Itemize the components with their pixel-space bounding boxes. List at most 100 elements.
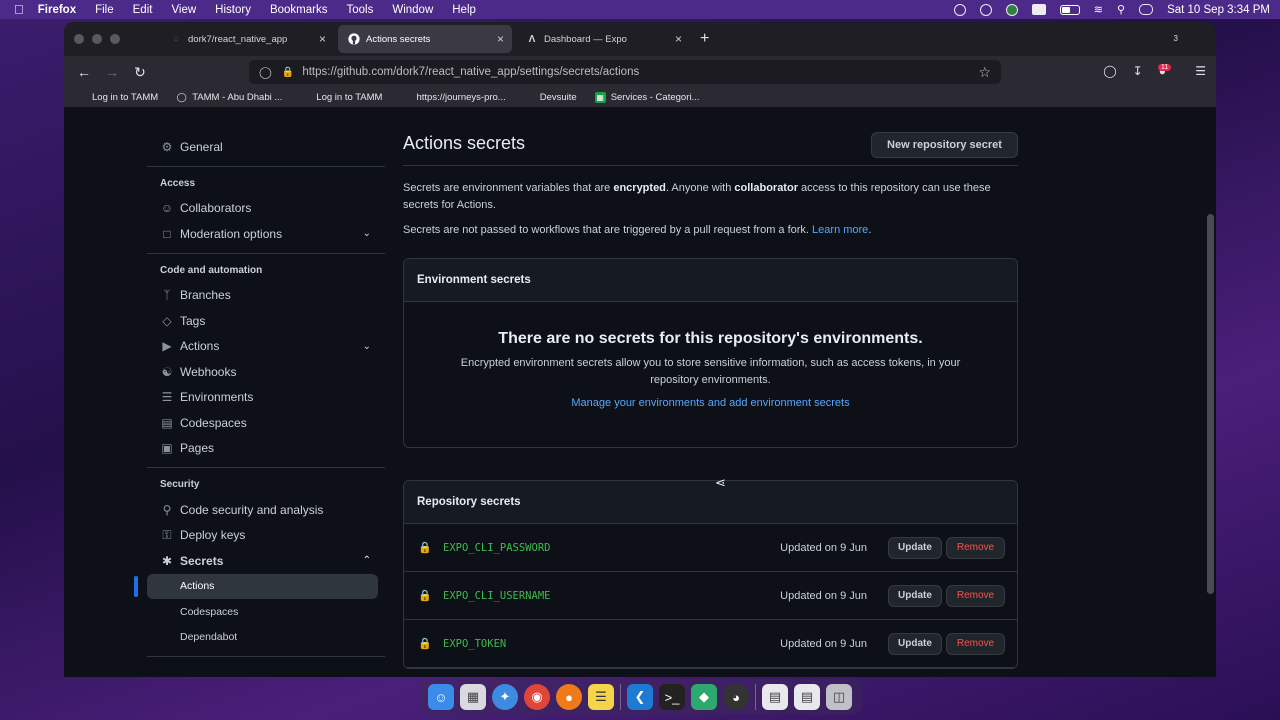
bookmark-item[interactable]: https://journeys-pro... xyxy=(400,92,505,103)
menu-help[interactable]: Help xyxy=(452,4,476,16)
documents-icon[interactable]: ▤ xyxy=(762,684,788,710)
status-dollar-icon[interactable] xyxy=(1005,3,1018,16)
url-text[interactable]: https://github.com/dork7/react_native_ap… xyxy=(302,66,639,78)
manage-environments-link[interactable]: Manage your environments and add environ… xyxy=(404,397,1017,409)
sidebar-item-label: Pages xyxy=(180,441,215,456)
apple-menu-icon[interactable]:  xyxy=(14,2,24,17)
bookmark-item[interactable]: Devsuite xyxy=(524,92,577,103)
sidebar-item-moderation[interactable]: □ Moderation options ⌄ xyxy=(147,221,385,247)
sidebar-item-code-security[interactable]: ⚲ Code security and analysis xyxy=(147,497,385,523)
sidebar-item-secrets[interactable]: ✱ Secrets ⌃ xyxy=(147,548,385,574)
activity-monitor-icon[interactable]: ◕ xyxy=(723,684,749,710)
sidebar-subitem-codespaces[interactable]: Codespaces xyxy=(147,599,378,625)
sidebar-item-pages[interactable]: ▣ Pages xyxy=(147,436,385,462)
extension-icon[interactable]: ●11 xyxy=(1157,64,1180,78)
menu-file[interactable]: File xyxy=(95,4,114,16)
page-scrollbar[interactable] xyxy=(1207,214,1214,594)
remove-button[interactable]: Remove xyxy=(946,536,1005,559)
tab-close-icon[interactable]: × xyxy=(497,32,504,46)
update-button[interactable]: Update xyxy=(888,536,942,559)
bookmark-item[interactable]: Log in to TAMM xyxy=(300,92,382,103)
bookmark-item[interactable]: ▦ Services - Categori... xyxy=(594,92,699,103)
terminal-icon[interactable]: >_ xyxy=(659,684,685,710)
back-arrow-icon[interactable]: ← xyxy=(70,64,98,80)
tab-expo-dashboard[interactable]: Λ Dashboard — Expo × xyxy=(516,25,690,53)
sidebar-subitem-dependabot[interactable]: Dependabot xyxy=(147,625,378,651)
secrets-description: Secrets are environment variables that a… xyxy=(403,180,1018,214)
tab-close-icon[interactable]: × xyxy=(675,32,682,46)
bookmark-star-icon[interactable]: ☆ xyxy=(978,64,991,81)
status-app-icon[interactable] xyxy=(953,3,966,16)
remove-button[interactable]: Remove xyxy=(946,584,1005,607)
sidebar-heading-code: Code and automation xyxy=(160,264,263,276)
trash-icon[interactable]: ◫ xyxy=(826,684,852,710)
downloads-icon[interactable]: ↧ xyxy=(1133,64,1143,78)
key-icon: ⚿ xyxy=(162,527,172,542)
bookmark-item[interactable]: Log in to TAMM xyxy=(76,92,158,103)
status-sync-icon[interactable] xyxy=(979,3,992,16)
sidebar-item-collaborators[interactable]: ☺ Collaborators xyxy=(147,196,385,222)
safari-icon[interactable]: ✦ xyxy=(492,684,518,710)
sidebar-item-codespaces[interactable]: ▤ Codespaces xyxy=(147,410,385,436)
pocket-icon[interactable]: ◯ xyxy=(1103,64,1116,78)
launchpad-icon[interactable]: ▦ xyxy=(460,684,486,710)
new-repository-secret-button[interactable]: New repository secret xyxy=(871,132,1018,158)
wifi-icon[interactable]: ≋ xyxy=(1094,3,1103,16)
hamburger-menu-icon[interactable]: ☰ xyxy=(1195,64,1206,78)
update-button[interactable]: Update xyxy=(888,584,942,607)
sidebar-item-webhooks[interactable]: ☯ Webhooks xyxy=(147,359,385,385)
zoom-window-button[interactable] xyxy=(110,34,120,44)
spotlight-search-icon[interactable]: ⚲ xyxy=(1117,3,1125,16)
firefox-icon[interactable]: ● xyxy=(556,684,582,710)
extension-badge: 11 xyxy=(1157,64,1172,71)
bookmark-item[interactable]: ◯ TAMM - Abu Dhabi ... xyxy=(176,92,283,103)
menu-edit[interactable]: Edit xyxy=(133,4,153,16)
reload-icon[interactable]: ↻ xyxy=(126,64,154,81)
close-window-button[interactable] xyxy=(74,34,84,44)
new-tab-button[interactable]: + xyxy=(700,30,720,48)
sidebar-item-general[interactable]: ⚙ General xyxy=(147,134,385,160)
tab-close-icon[interactable]: × xyxy=(319,32,326,46)
asterisk-icon: ✱ xyxy=(161,553,173,568)
forward-arrow-icon[interactable]: → xyxy=(98,64,126,80)
chevron-up-icon[interactable]: ⌃ xyxy=(363,555,371,566)
lock-icon[interactable]: 🔒 xyxy=(282,67,294,78)
lock-icon: 🔒 xyxy=(418,542,432,554)
menu-window[interactable]: Window xyxy=(392,4,433,16)
control-center-icon[interactable] xyxy=(1139,4,1154,15)
notes-icon[interactable]: ☰ xyxy=(588,684,614,710)
update-button[interactable]: Update xyxy=(888,632,942,655)
tab-repo[interactable]: ○ dork7/react_native_app × xyxy=(160,25,334,53)
learn-more-link[interactable]: Learn more xyxy=(812,224,868,236)
menu-view[interactable]: View xyxy=(171,4,196,16)
url-bar[interactable]: ◯ 🔒 https://github.com/dork7/react_nativ… xyxy=(249,60,1001,84)
menu-history[interactable]: History xyxy=(215,4,251,16)
sidebar-subitem-actions[interactable]: Actions xyxy=(134,573,378,599)
tab-actions-secrets[interactable]: Actions secrets × xyxy=(338,25,512,53)
menu-tools[interactable]: Tools xyxy=(346,4,373,16)
app-icon[interactable]: ◆ xyxy=(691,684,717,710)
sidebar-item-branches[interactable]: ᛉ Branches xyxy=(147,283,385,309)
battery-icon[interactable] xyxy=(1059,4,1080,15)
menubar-datetime[interactable]: Sat 10 Sep 3:34 PM xyxy=(1167,4,1270,16)
vscode-icon[interactable]: ❮ xyxy=(627,684,653,710)
chrome-icon[interactable]: ◉ xyxy=(524,684,550,710)
remove-button[interactable]: Remove xyxy=(946,632,1005,655)
sidebar-item-tags[interactable]: ◇ Tags xyxy=(147,308,385,334)
finder-icon[interactable]: ☺ xyxy=(428,684,454,710)
toolbar-right: ◯ ↧ ●11 ☰ xyxy=(1103,64,1206,78)
shield-icon[interactable]: ◯ xyxy=(259,65,272,79)
menu-app-name[interactable]: Firefox xyxy=(38,4,76,16)
sidebar-item-deploy-keys[interactable]: ⚿ Deploy keys xyxy=(147,523,385,549)
menu-bookmarks[interactable]: Bookmarks xyxy=(270,4,328,16)
status-font-icon[interactable] xyxy=(1031,4,1046,15)
bookmark-label: TAMM - Abu Dhabi ... xyxy=(192,92,283,103)
minimize-window-button[interactable] xyxy=(92,34,102,44)
chevron-down-icon[interactable]: ⌄ xyxy=(363,228,371,239)
tamm-icon xyxy=(76,92,87,103)
sidebar-item-environments[interactable]: ☰ Environments xyxy=(147,385,385,411)
chevron-down-icon[interactable]: ⌄ xyxy=(363,341,371,352)
downloads-folder-icon[interactable]: ▤ xyxy=(794,684,820,710)
list-all-tabs-icon[interactable]: 3 xyxy=(1174,30,1178,44)
sidebar-item-actions[interactable]: ▶ Actions ⌄ xyxy=(147,334,385,360)
